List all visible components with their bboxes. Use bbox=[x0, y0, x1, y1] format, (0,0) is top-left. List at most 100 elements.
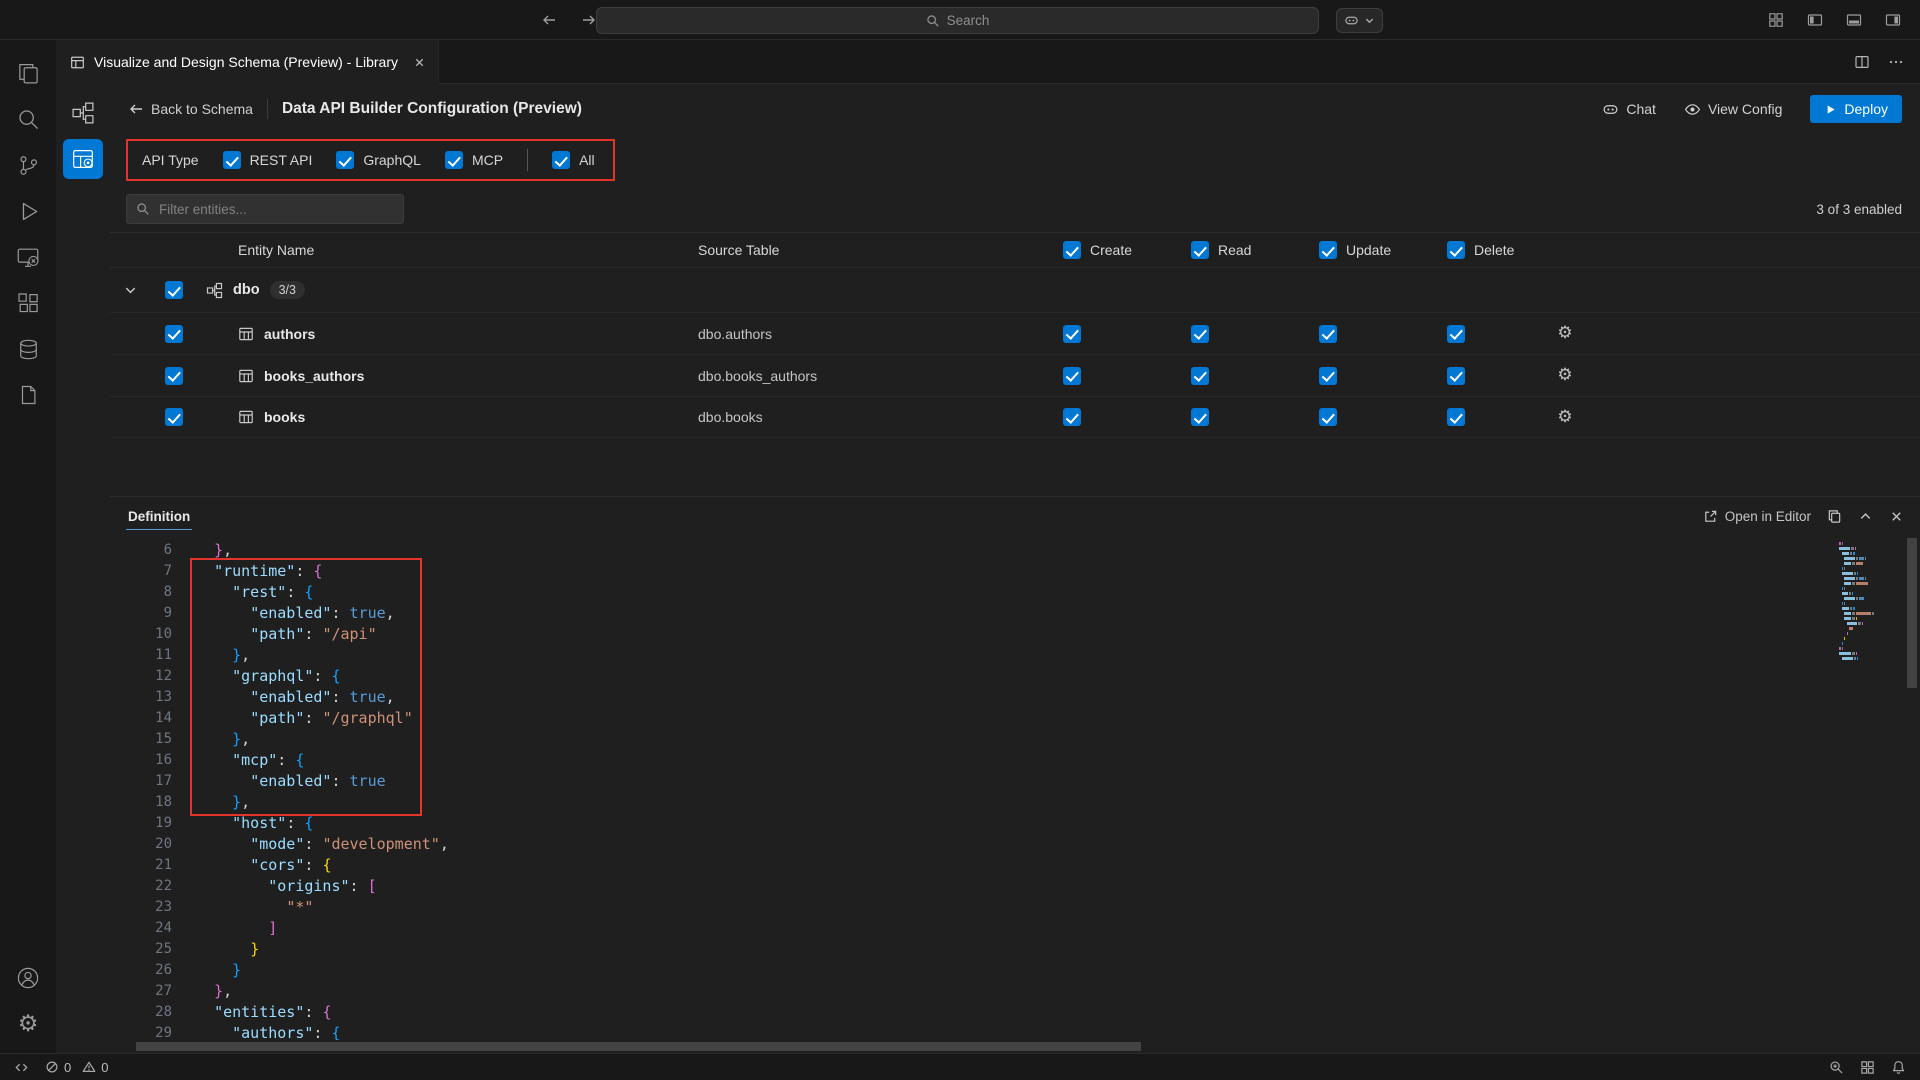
api-type-row: API Type REST API GraphQL MCP All bbox=[110, 134, 1920, 186]
close-panel-icon[interactable] bbox=[1889, 509, 1904, 524]
api-type-option[interactable]: MCP bbox=[445, 151, 503, 169]
problems-indicator[interactable]: 0 0 bbox=[45, 1060, 108, 1075]
minimap[interactable] bbox=[1836, 542, 1894, 662]
update-checkbox[interactable] bbox=[1319, 325, 1337, 343]
open-in-editor-button[interactable]: Open in Editor bbox=[1703, 509, 1811, 524]
all-checkbox[interactable] bbox=[552, 151, 570, 169]
table-icon bbox=[238, 326, 254, 342]
api-type-option-label: MCP bbox=[472, 152, 503, 168]
server-connections-icon[interactable] bbox=[4, 234, 52, 280]
filter-entities-input-box[interactable] bbox=[126, 194, 404, 224]
back-to-schema-button[interactable]: Back to Schema bbox=[128, 101, 253, 117]
tab-close-icon[interactable] bbox=[413, 56, 426, 69]
read-checkbox[interactable] bbox=[1191, 325, 1209, 343]
horizontal-scrollbar[interactable] bbox=[136, 1042, 1141, 1051]
extensions-icon[interactable] bbox=[4, 280, 52, 326]
update-checkbox[interactable] bbox=[1319, 367, 1337, 385]
group-checkbox[interactable] bbox=[165, 281, 183, 299]
remote-indicator-icon[interactable] bbox=[14, 1060, 29, 1075]
api-type-option[interactable]: REST API bbox=[223, 151, 313, 169]
entity-row[interactable]: authors dbo.authors ⚙ bbox=[110, 312, 1920, 354]
editor-actions bbox=[1854, 40, 1904, 84]
data-api-builder-icon[interactable] bbox=[63, 139, 103, 179]
view-config-button[interactable]: View Config bbox=[1684, 101, 1782, 118]
entity-settings-gear-icon[interactable]: ⚙ bbox=[1557, 367, 1572, 384]
toggle-secondary-sidebar-icon[interactable] bbox=[1882, 9, 1904, 31]
entity-checkbox[interactable] bbox=[165, 325, 183, 343]
api-type-checkbox[interactable] bbox=[223, 151, 241, 169]
api-type-option[interactable]: GraphQL bbox=[336, 151, 421, 169]
more-actions-icon[interactable] bbox=[1888, 54, 1904, 70]
settings-gear-icon[interactable]: ⚙ bbox=[4, 1001, 52, 1047]
delete-checkbox[interactable] bbox=[1447, 367, 1465, 385]
delete-checkbox[interactable] bbox=[1447, 325, 1465, 343]
back-arrow-icon[interactable] bbox=[538, 9, 560, 31]
run-debug-icon[interactable] bbox=[4, 188, 52, 234]
api-option-all[interactable]: All bbox=[552, 151, 595, 169]
back-arrow-icon bbox=[128, 101, 144, 117]
deploy-label: Deploy bbox=[1844, 101, 1888, 117]
column-update: Update bbox=[1346, 242, 1391, 258]
back-label: Back to Schema bbox=[151, 101, 253, 117]
entity-row[interactable]: books dbo.books ⚙ bbox=[110, 396, 1920, 438]
create-checkbox[interactable] bbox=[1063, 325, 1081, 343]
update-all-checkbox[interactable] bbox=[1319, 241, 1337, 259]
api-type-option-label: GraphQL bbox=[363, 152, 421, 168]
explorer-icon[interactable] bbox=[4, 50, 52, 96]
api-type-checkbox[interactable] bbox=[336, 151, 354, 169]
delete-all-checkbox[interactable] bbox=[1447, 241, 1465, 259]
create-all-checkbox[interactable] bbox=[1063, 241, 1081, 259]
deploy-button[interactable]: Deploy bbox=[1810, 95, 1902, 123]
json-code-editor[interactable]: 6 },7 "runtime": {8 "rest": {9 "enabled"… bbox=[110, 536, 1920, 1040]
copilot-dropdown-button[interactable] bbox=[1336, 8, 1383, 33]
config-header: Back to Schema Data API Builder Configur… bbox=[110, 84, 1920, 134]
vertical-scrollbar[interactable] bbox=[1907, 538, 1917, 688]
notifications-bell-icon[interactable] bbox=[1891, 1060, 1906, 1075]
toggle-panel-icon[interactable] bbox=[1843, 9, 1865, 31]
filter-entities-input[interactable] bbox=[157, 201, 394, 218]
entity-checkbox[interactable] bbox=[165, 408, 183, 426]
entity-name: books bbox=[264, 409, 305, 425]
chat-button[interactable]: Chat bbox=[1602, 101, 1656, 118]
entity-settings-gear-icon[interactable]: ⚙ bbox=[1557, 325, 1572, 342]
read-checkbox[interactable] bbox=[1191, 367, 1209, 385]
entity-checkbox[interactable] bbox=[165, 367, 183, 385]
collapse-panel-icon[interactable] bbox=[1858, 509, 1873, 524]
read-all-checkbox[interactable] bbox=[1191, 241, 1209, 259]
search-placeholder: Search bbox=[947, 13, 990, 28]
create-checkbox[interactable] bbox=[1063, 408, 1081, 426]
schema-diagram-icon[interactable] bbox=[66, 96, 100, 130]
account-icon[interactable] bbox=[4, 955, 52, 1001]
extension-status-icon[interactable] bbox=[1860, 1060, 1875, 1075]
entity-table: Entity Name Source Table Create Read Upd… bbox=[110, 232, 1920, 438]
read-checkbox[interactable] bbox=[1191, 408, 1209, 426]
chevron-down-icon[interactable] bbox=[110, 283, 150, 298]
delete-checkbox[interactable] bbox=[1447, 408, 1465, 426]
customize-layout-icon[interactable] bbox=[1765, 9, 1787, 31]
all-label: All bbox=[579, 152, 595, 168]
tab-visualize-design-schema[interactable]: Visualize and Design Schema (Preview) - … bbox=[56, 40, 439, 84]
command-center-search[interactable]: Search bbox=[596, 7, 1319, 34]
view-config-label: View Config bbox=[1708, 101, 1782, 117]
zoom-status-icon[interactable] bbox=[1829, 1060, 1844, 1075]
update-checkbox[interactable] bbox=[1319, 408, 1337, 426]
create-checkbox[interactable] bbox=[1063, 367, 1081, 385]
status-bar: 0 0 bbox=[0, 1053, 1920, 1080]
database-icon[interactable] bbox=[4, 326, 52, 372]
entity-settings-gear-icon[interactable]: ⚙ bbox=[1557, 409, 1572, 426]
api-type-label: API Type bbox=[142, 152, 199, 168]
schema-group-row-dbo[interactable]: dbo 3/3 bbox=[110, 268, 1920, 312]
source-control-icon[interactable] bbox=[4, 142, 52, 188]
toggle-sidebar-icon[interactable] bbox=[1804, 9, 1826, 31]
database-projects-icon[interactable] bbox=[4, 372, 52, 418]
search-icon[interactable] bbox=[4, 96, 52, 142]
filter-row: 3 of 3 enabled bbox=[110, 186, 1920, 232]
split-editor-icon[interactable] bbox=[1854, 54, 1870, 70]
entity-row[interactable]: books_authors dbo.books_authors ⚙ bbox=[110, 354, 1920, 396]
copy-icon[interactable] bbox=[1827, 509, 1842, 524]
api-type-checkbox[interactable] bbox=[445, 151, 463, 169]
definition-tab[interactable]: Definition bbox=[126, 499, 192, 534]
column-entity-name: Entity Name bbox=[198, 242, 658, 258]
definition-panel: Definition Open in Editor bbox=[110, 496, 1920, 1053]
history-navigation bbox=[538, 0, 600, 40]
